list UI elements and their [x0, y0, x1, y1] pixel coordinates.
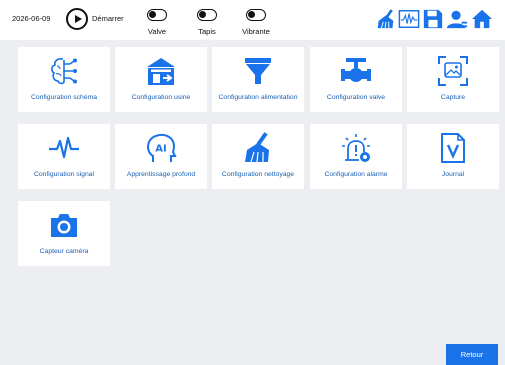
user-icon[interactable] — [446, 8, 468, 30]
vibrante-toggle-label: Vibrante — [242, 27, 270, 36]
vibrante-toggle[interactable] — [246, 9, 266, 21]
valve-icon — [341, 58, 371, 82]
waveform-icon[interactable] — [398, 8, 420, 30]
tile-configuration-nettoyage[interactable]: Configuration nettoyage — [212, 124, 304, 189]
broom-icon[interactable] — [375, 8, 397, 30]
top-bar: 2026-06-09 Démarrer Valve Tapis Vibrante — [0, 0, 505, 40]
funnel-icon — [245, 58, 271, 84]
tile-label: Configuration nettoyage — [221, 171, 295, 178]
svg-text:AI: AI — [155, 144, 166, 155]
tile-apprentissage-profond[interactable]: AI Apprentissage profond — [115, 124, 207, 189]
tapis-toggle-label: Tapis — [198, 27, 216, 36]
tile-label: Apprentissage profond — [126, 171, 196, 178]
tile-configuration-usine[interactable]: Configuration usine — [115, 47, 207, 112]
tile-label: Configuration alarme — [324, 171, 388, 178]
tile-configuration-alimentation[interactable]: Configuration alimentation — [212, 47, 304, 112]
tile-label: Configuration alimentation — [218, 94, 298, 101]
tile-journal[interactable]: Journal — [407, 124, 499, 189]
tile-label: Configuration usine — [131, 94, 191, 101]
tile-configuration-schema[interactable]: Configuration schéma — [18, 47, 110, 112]
tile-label: Capture — [440, 94, 466, 101]
play-icon[interactable] — [66, 8, 88, 30]
tile-capteur-camera[interactable]: Capteur caméra — [18, 201, 110, 266]
tile-label: Configuration signal — [33, 171, 95, 178]
date-display: 2026-06-09 — [12, 14, 51, 23]
tile-label: Configuration valve — [326, 94, 386, 101]
factory-icon — [147, 58, 175, 85]
back-button[interactable]: Retour — [446, 344, 498, 365]
tile-capture[interactable]: Capture — [407, 47, 499, 112]
pulse-icon — [49, 136, 79, 159]
start-label[interactable]: Démarrer — [92, 14, 124, 23]
valve-toggle-label: Valve — [147, 27, 167, 36]
tile-configuration-signal[interactable]: Configuration signal — [18, 124, 110, 189]
save-icon[interactable] — [422, 8, 444, 30]
valve-toggle[interactable] — [147, 9, 167, 21]
tile-label: Capteur caméra — [39, 248, 89, 255]
tile-label: Journal — [441, 171, 465, 178]
journal-file-icon — [441, 133, 465, 163]
tapis-toggle[interactable] — [197, 9, 217, 21]
brain-circuit-icon — [51, 58, 77, 85]
camera-icon — [51, 214, 77, 237]
image-capture-icon — [438, 56, 468, 86]
tile-label: Configuration schéma — [30, 94, 98, 101]
home-icon[interactable] — [471, 8, 493, 30]
tile-configuration-alarme[interactable]: Configuration alarme — [310, 124, 402, 189]
tile-configuration-valve[interactable]: Configuration valve — [310, 47, 402, 112]
broom-icon — [245, 132, 269, 163]
ai-head-icon: AI — [147, 133, 177, 162]
alarm-gear-icon — [342, 134, 370, 162]
